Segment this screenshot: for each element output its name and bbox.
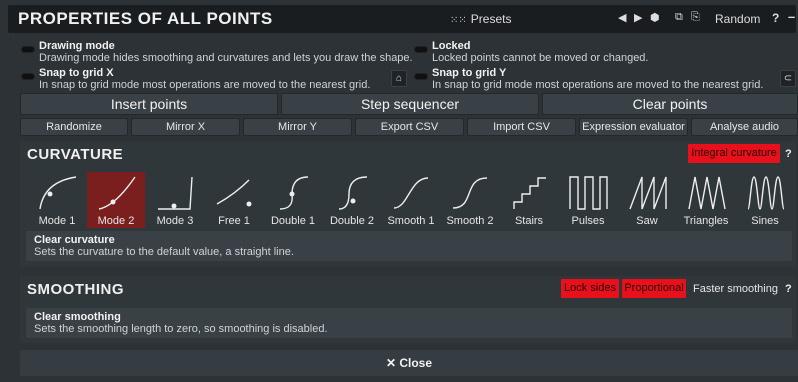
drawing-mode-toggle[interactable] bbox=[21, 46, 35, 53]
double-1-curve-icon bbox=[279, 176, 309, 210]
randomize-button[interactable]: Randomize bbox=[20, 118, 128, 136]
curve-label: Triangles bbox=[683, 215, 729, 227]
close-icon: ✕ bbox=[385, 356, 400, 370]
integral-curvature-button[interactable]: Integral curvature bbox=[688, 144, 780, 163]
copy-icon[interactable]: ⧉ bbox=[675, 11, 683, 24]
help-icon[interactable]: ? bbox=[772, 11, 779, 25]
drawing-mode-title: Drawing mode bbox=[39, 40, 115, 52]
curve-stairs[interactable]: Stairs bbox=[500, 172, 558, 228]
curvature-help-icon[interactable]: ? bbox=[785, 148, 792, 160]
curve-mode-2[interactable]: Mode 2 bbox=[87, 172, 145, 228]
snap-y-settings-button[interactable]: ⊂ bbox=[780, 70, 796, 87]
lock-sides-button[interactable]: Lock sides bbox=[561, 279, 619, 298]
curve-triangles[interactable]: Triangles bbox=[677, 172, 735, 228]
grid-icon: ⁙⁙ bbox=[450, 15, 467, 26]
step-sequencer-button[interactable]: Step sequencer bbox=[281, 93, 539, 115]
curve-smooth-1[interactable]: Smooth 1 bbox=[382, 172, 440, 228]
curve-label: Mode 2 bbox=[97, 215, 135, 227]
curve-smooth-2[interactable]: Smooth 2 bbox=[441, 172, 499, 228]
info-desc: Sets the curvature to the default value,… bbox=[34, 246, 294, 258]
snap-y-desc: In snap to grid mode most operations are… bbox=[432, 79, 764, 91]
snap-x-title: Snap to grid X bbox=[39, 67, 114, 79]
random-button[interactable]: Random bbox=[715, 12, 760, 26]
curve-label: Stairs bbox=[514, 215, 544, 227]
curve-pulses[interactable]: Pulses bbox=[559, 172, 617, 228]
export-csv-button[interactable]: Export CSV bbox=[355, 118, 464, 136]
close-button[interactable]: ✕ Close bbox=[20, 350, 798, 376]
curve-label: Mode 3 bbox=[156, 215, 194, 227]
proportional-button[interactable]: Proportional bbox=[622, 279, 686, 298]
mirror-x-button[interactable]: Mirror X bbox=[131, 118, 240, 136]
import-csv-button[interactable]: Import CSV bbox=[467, 118, 576, 136]
arrow-icon: ⊂ bbox=[783, 73, 793, 84]
info-desc: Sets the smoothing length to zero, so sm… bbox=[34, 323, 328, 335]
expression-evaluator-button[interactable]: Expression evaluator bbox=[579, 118, 688, 136]
curve-mode-3[interactable]: Mode 3 bbox=[146, 172, 204, 228]
locked-title: Locked bbox=[432, 40, 471, 52]
window-title: PROPERTIES OF ALL POINTS bbox=[18, 9, 273, 28]
snap-x-desc: In snap to grid mode most operations are… bbox=[39, 79, 371, 91]
mirror-y-button[interactable]: Mirror Y bbox=[243, 118, 352, 136]
mode-3-curve-icon bbox=[158, 176, 193, 210]
snap-x-settings-button[interactable]: ⌂ bbox=[391, 70, 407, 87]
curve-label: Smooth 1 bbox=[387, 215, 435, 227]
smoothing-title: SMOOTHING bbox=[27, 281, 124, 298]
dice-icon[interactable]: ⬢ bbox=[650, 11, 660, 24]
drawing-mode-desc: Drawing mode hides smoothing and curvatu… bbox=[39, 52, 413, 64]
free-1-curve-icon bbox=[216, 179, 252, 207]
curve-label: Double 1 bbox=[270, 215, 316, 227]
insert-points-button[interactable]: Insert points bbox=[20, 93, 278, 115]
curve-label: Saw bbox=[636, 215, 658, 227]
curve-label: Free 1 bbox=[218, 215, 250, 227]
curve-label: Smooth 2 bbox=[446, 215, 494, 227]
curve-label: Double 2 bbox=[329, 215, 375, 227]
curve-mode-1[interactable]: Mode 1 bbox=[28, 172, 86, 228]
locked-desc: Locked points cannot be moved or changed… bbox=[432, 52, 649, 64]
paste-icon[interactable]: ⎘ bbox=[691, 11, 700, 24]
properties-window: PROPERTIES OF ALL POINTS ⁙⁙ Presets ◀ ▶ ⬢… bbox=[0, 0, 798, 382]
smoothing-help-icon[interactable]: ? bbox=[785, 283, 792, 295]
minimize-icon[interactable]: – bbox=[788, 9, 795, 24]
saw-curve-icon bbox=[629, 176, 667, 210]
title-bar: PROPERTIES OF ALL POINTS ⁙⁙ Presets ◀ ▶ ⬢… bbox=[8, 5, 796, 33]
mode-2-curve-icon bbox=[98, 176, 136, 210]
double-2-curve-icon bbox=[338, 176, 368, 210]
snap-y-toggle[interactable] bbox=[414, 73, 428, 80]
info-title: Clear curvature bbox=[34, 234, 115, 246]
faster-smoothing-button[interactable]: Faster smoothing bbox=[693, 283, 778, 295]
stairs-curve-icon bbox=[513, 177, 546, 209]
smooth-1-curve-icon bbox=[393, 177, 429, 209]
previous-preset-icon[interactable]: ◀ bbox=[618, 11, 626, 24]
next-preset-icon[interactable]: ▶ bbox=[634, 11, 642, 24]
curve-double-1[interactable]: Double 1 bbox=[264, 172, 322, 228]
curve-label: Sines bbox=[751, 215, 779, 227]
curvature-modes: Mode 1 Mode 2 Mode 3 Free 1 Double 1 Dou… bbox=[28, 172, 792, 228]
info-title: Clear smoothing bbox=[34, 311, 121, 323]
presets-button[interactable]: ⁙⁙ Presets bbox=[450, 12, 511, 26]
curve-free-1[interactable]: Free 1 bbox=[205, 172, 263, 228]
snap-x-toggle[interactable] bbox=[21, 73, 35, 80]
pulses-curve-icon bbox=[569, 176, 608, 210]
curvature-title: CURVATURE bbox=[27, 146, 124, 163]
curvature-info-box[interactable]: Clear curvature Sets the curvature to th… bbox=[26, 231, 792, 261]
sines-curve-icon bbox=[747, 176, 785, 210]
curve-label: Mode 1 bbox=[38, 215, 76, 227]
curve-label: Pulses bbox=[571, 215, 605, 227]
curve-double-2[interactable]: Double 2 bbox=[323, 172, 381, 228]
mode-1-curve-icon bbox=[39, 176, 77, 210]
smooth-2-curve-icon bbox=[452, 177, 488, 209]
curve-sines[interactable]: Sines bbox=[736, 172, 794, 228]
close-label: Close bbox=[399, 356, 433, 370]
triangles-curve-icon bbox=[688, 176, 726, 210]
presets-label: Presets bbox=[470, 12, 512, 26]
clear-points-button[interactable]: Clear points bbox=[542, 93, 798, 115]
curve-saw[interactable]: Saw bbox=[618, 172, 676, 228]
analyse-audio-button[interactable]: Analyse audio bbox=[691, 118, 798, 136]
grid-settings-icon: ⌂ bbox=[395, 73, 403, 84]
snap-y-title: Snap to grid Y bbox=[432, 67, 507, 79]
smoothing-info-box[interactable]: Clear smoothing Sets the smoothing lengt… bbox=[26, 308, 792, 338]
locked-toggle[interactable] bbox=[414, 46, 428, 53]
